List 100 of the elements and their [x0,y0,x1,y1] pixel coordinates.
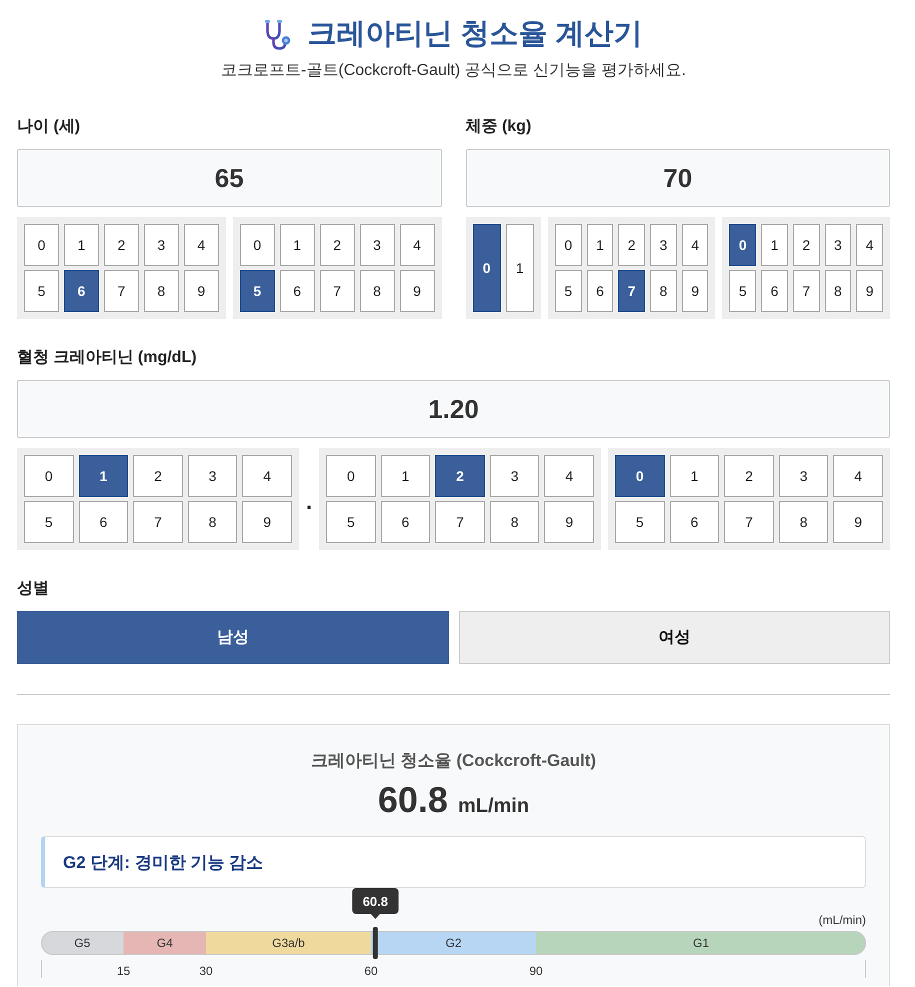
digit-key[interactable]: 5 [326,501,376,543]
digit-key[interactable]: 6 [761,270,788,312]
digit-key[interactable]: 2 [618,224,646,266]
digit-key[interactable]: 3 [188,455,238,497]
digit-key[interactable]: 9 [400,270,434,312]
digit-key[interactable]: 1 [506,224,534,312]
digit-key[interactable]: 5 [24,501,74,543]
digit-key[interactable]: 0 [240,224,275,266]
digit-key[interactable]: 2 [724,455,774,497]
value-field[interactable]: 1.20 [17,380,890,438]
tick-label: 15 [116,964,130,978]
digit-key[interactable]: 8 [490,501,540,543]
digit-key[interactable]: 4 [184,224,219,266]
digit-key[interactable]: 8 [778,501,828,543]
digit-key[interactable]: 8 [144,270,179,312]
scale-segment: G5 [41,931,124,955]
digit-key[interactable]: 1 [670,455,720,497]
field-label: 체중 (kg) [466,117,532,137]
digit-key[interactable]: 0 [472,224,501,312]
digit-key[interactable]: 3 [778,455,828,497]
series-label: G3a/b [272,936,306,950]
page-title: 크레아티닌 청소율 계산기 [307,17,643,52]
digit-key[interactable]: 0 [24,224,59,266]
digit-key[interactable]: 8 [188,501,238,543]
value-tooltip: 60.8 [352,888,399,919]
digit-key[interactable]: 9 [856,270,884,312]
digit-key[interactable]: 0 [24,455,74,497]
digit-key[interactable]: 1 [586,224,614,266]
digit-key[interactable]: 8 [360,270,395,312]
scale-segment: G4 [124,931,206,955]
digit-key[interactable]: 7 [724,501,774,543]
digit-key[interactable]: 8 [824,270,852,312]
digit-key[interactable]: 2 [792,224,820,266]
digit-key[interactable]: 0 [615,455,665,497]
digit-key[interactable]: 0 [554,224,582,266]
field-label: 나이 (세) [17,117,82,137]
tick-label: 30 [199,964,213,978]
tick-label: 90 [529,964,543,978]
sex-option-button[interactable]: 남성 [17,611,448,664]
digit-key[interactable]: 7 [104,270,139,312]
digit-key[interactable]: 0 [326,455,376,497]
digit-key[interactable]: 3 [144,224,179,266]
digit-key[interactable]: 7 [320,270,355,312]
digit-key[interactable]: 3 [490,455,540,497]
digit-key[interactable]: 4 [856,224,884,266]
result-unit: mL/min [458,795,530,817]
digit-key[interactable]: 6 [280,270,315,312]
digit-key[interactable]: 6 [380,501,430,543]
tick-label: 60 [364,964,378,978]
series-label: G2 [445,936,462,950]
series-label: G4 [156,936,174,950]
series-label: G1 [692,936,710,950]
digit-key[interactable]: 3 [360,224,395,266]
digit-key[interactable]: 9 [184,270,219,312]
digit-key[interactable]: 6 [586,270,614,312]
stethoscope-icon [264,18,292,50]
digit-key[interactable]: 6 [670,501,720,543]
digit-key[interactable]: 7 [618,270,646,312]
digit-key[interactable]: 3 [824,224,852,266]
digit-key[interactable]: 1 [78,455,128,497]
scale-segment: G3a/b [206,931,371,955]
digit-key[interactable]: 3 [650,224,677,266]
value-field[interactable]: 65 [17,149,442,207]
digit-key[interactable]: 1 [64,224,99,266]
page-subtitle: 코크로프트-골트(Cockcroft-Gault) 공식으로 신기능을 평가하세요. [220,61,687,81]
axis-unit-label: (mL/min) [818,913,866,927]
digit-key[interactable]: 2 [104,224,139,266]
digit-key[interactable]: 4 [242,455,292,497]
digit-key[interactable]: 9 [682,270,708,312]
digit-key[interactable]: 5 [240,270,275,312]
digit-key[interactable]: 8 [650,270,677,312]
digit-key[interactable]: 4 [544,455,594,497]
digit-key[interactable]: 7 [133,501,183,543]
digit-key[interactable]: 0 [729,224,756,266]
digit-key[interactable]: 5 [554,270,582,312]
digit-key[interactable]: 5 [24,270,59,312]
stage-message: G2 단계: 경미한 기능 감소 [41,836,866,888]
digit-key[interactable]: 7 [792,270,820,312]
digit-key[interactable]: 4 [400,224,434,266]
sex-option-button[interactable]: 여성 [458,611,890,664]
digit-key[interactable]: 9 [544,501,594,543]
digit-key[interactable]: 1 [280,224,315,266]
digit-key[interactable]: 4 [682,224,708,266]
value-field[interactable]: 70 [466,149,890,207]
decimal-point: . [306,488,312,513]
digit-key[interactable]: 2 [133,455,183,497]
digit-key[interactable]: 2 [320,224,355,266]
digit-key[interactable]: 7 [435,501,485,543]
digit-key[interactable]: 6 [64,270,99,312]
digit-key[interactable]: 1 [380,455,430,497]
digit-key[interactable]: 1 [761,224,788,266]
digit-key[interactable]: 6 [78,501,128,543]
digit-key[interactable]: 4 [833,455,883,497]
digit-key[interactable]: 5 [615,501,665,543]
digit-key[interactable]: 5 [729,270,756,312]
field-label: 성별 [17,579,50,599]
digit-key[interactable]: 9 [242,501,292,543]
series-label: G5 [74,936,91,950]
digit-key[interactable]: 2 [435,455,485,497]
digit-key[interactable]: 9 [833,501,883,543]
